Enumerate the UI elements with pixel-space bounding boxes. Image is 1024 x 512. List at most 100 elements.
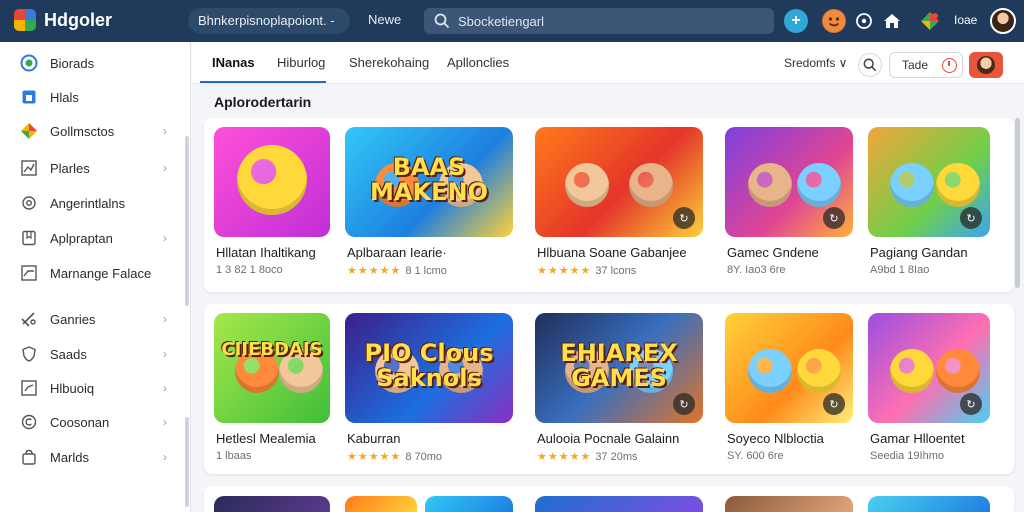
sidebar-item-label: Hlbuoiq xyxy=(50,380,95,396)
game-title[interactable]: Pagiang Gandan xyxy=(870,245,968,260)
home-icon[interactable] xyxy=(880,9,904,33)
game-meta: ★★★★★ 37 20ms xyxy=(537,450,638,463)
game-thumbnail[interactable] xyxy=(535,496,703,512)
search-input[interactable] xyxy=(458,13,758,29)
game-title[interactable]: Hetlesl Mealemia xyxy=(216,431,316,446)
character-art xyxy=(889,349,934,393)
user-name[interactable]: Ioae xyxy=(954,13,977,27)
emoji-icon[interactable] xyxy=(822,9,846,33)
game-thumbnail[interactable]: BAAS MAKENO xyxy=(345,127,513,237)
game-title[interactable]: Gamar Hlloentet xyxy=(870,431,965,446)
refresh-icon[interactable]: ↻ xyxy=(823,393,845,415)
sidebar-item-label: Biorads xyxy=(50,55,95,71)
sort-dropdown[interactable]: Sredomfs ∨ xyxy=(784,56,847,70)
refresh-icon[interactable]: ↻ xyxy=(960,393,982,415)
character-art xyxy=(748,349,793,393)
game-thumbnail[interactable] xyxy=(725,496,853,512)
game-thumbnail[interactable]: ↻ xyxy=(725,313,853,423)
chevron-right-icon: › xyxy=(163,381,167,395)
trade-button[interactable]: Tade xyxy=(889,52,963,78)
character-art xyxy=(748,163,793,207)
refresh-icon[interactable]: ↻ xyxy=(673,207,695,229)
game-thumbnail[interactable]: EHIAREX GAMES ↻ xyxy=(535,313,703,423)
app-brand[interactable]: Hdgoler xyxy=(44,10,112,31)
game-title[interactable]: Aplbaraan Iearie· xyxy=(347,245,447,260)
chevron-right-icon: › xyxy=(163,415,167,429)
sidebar-item[interactable]: Saads › xyxy=(0,340,190,368)
tab-news[interactable]: INanas xyxy=(212,55,255,70)
rating-stars: ★★★★★ xyxy=(537,451,592,463)
sidebar-item[interactable]: Marnange Falace xyxy=(0,259,190,287)
game-title[interactable]: Hlbuana Soane Gabanjee xyxy=(537,245,687,260)
game-meta-text: A9bd 1 8Iao xyxy=(870,264,930,276)
game-meta: SY. 600 6re xyxy=(727,450,784,462)
search-bar[interactable] xyxy=(424,8,774,34)
sidebar-item[interactable]: Biorads xyxy=(0,49,190,77)
game-thumbnail[interactable] xyxy=(425,496,513,512)
game-thumbnail[interactable] xyxy=(345,496,417,512)
game-meta: ★★★★★ 8 1 lcmo xyxy=(347,264,447,277)
game-meta-text: 37 lcons xyxy=(595,265,637,277)
profile-thumb-button[interactable] xyxy=(969,52,1003,78)
trend-icon xyxy=(20,264,38,282)
sidebar-item[interactable]: Angerintlalns xyxy=(0,189,190,217)
sidebar-item[interactable]: Hlbuoiq › xyxy=(0,374,190,402)
chevron-right-icon: › xyxy=(163,161,167,175)
thumbnail-title: EHIAREX GAMES xyxy=(560,339,678,393)
controller-icon xyxy=(20,310,38,328)
sidebar-item[interactable]: Plarles › xyxy=(0,154,190,182)
game-meta: A9bd 1 8Iao xyxy=(870,264,929,276)
game-thumbnail[interactable] xyxy=(868,496,990,512)
rating-stars: ★★★★★ xyxy=(347,451,402,463)
game-meta-text: 1 lbaas xyxy=(216,450,252,462)
game-title[interactable]: Kaburran xyxy=(347,431,400,446)
app-logo[interactable] xyxy=(14,9,36,31)
game-title[interactable]: Gamec Gndene xyxy=(727,245,819,260)
sidebar-item-label: Angerintlalns xyxy=(50,195,126,211)
bookmark-icon xyxy=(20,229,38,247)
sidebar-item[interactable]: Aplpraptan › xyxy=(0,224,190,252)
sidebar-item[interactable]: Ganries › xyxy=(0,305,190,333)
character-art xyxy=(936,349,981,393)
game-thumbnail[interactable]: ↻ xyxy=(725,127,853,237)
settings-icon xyxy=(20,194,38,212)
refresh-icon[interactable]: ↻ xyxy=(673,393,695,415)
sidebar-item-label: Ganries xyxy=(50,311,96,327)
game-thumbnail[interactable]: ↻ xyxy=(535,127,703,237)
sidebar-item-label: Aplpraptan xyxy=(50,230,113,246)
sidebar-item[interactable]: Hlals xyxy=(0,83,190,111)
character-art xyxy=(237,145,307,215)
tab-sharing[interactable]: Sherekohaing xyxy=(349,55,429,70)
game-title[interactable]: Hllatan Ihaltikang xyxy=(216,245,316,260)
avatar xyxy=(977,56,995,74)
info-icon[interactable] xyxy=(852,9,876,33)
store-icon[interactable] xyxy=(918,9,942,33)
tab-applications[interactable]: Apllonclies xyxy=(447,55,509,70)
content-scrollbar[interactable] xyxy=(1015,118,1020,288)
tab-library[interactable]: Hiburlog xyxy=(277,55,325,70)
character-art xyxy=(629,163,674,207)
refresh-icon[interactable]: ↻ xyxy=(960,207,982,229)
home-icon xyxy=(20,88,38,106)
game-title[interactable]: Soyeco Nlbloctia xyxy=(727,431,824,446)
user-avatar[interactable] xyxy=(990,8,1016,34)
new-link[interactable]: Newe xyxy=(368,12,401,27)
game-thumbnail[interactable] xyxy=(214,496,330,512)
character-art xyxy=(936,163,981,207)
filter-search-button[interactable] xyxy=(858,53,882,77)
sidebar-item[interactable]: Coosonan › xyxy=(0,408,190,436)
game-thumbnail[interactable]: ↻ xyxy=(868,313,990,423)
top-bar: Hdgoler Bhnkerpisnoplapoiont. - Newe + I… xyxy=(0,0,1024,42)
game-thumbnail[interactable] xyxy=(214,127,330,237)
sidebar-item[interactable]: Marlds › xyxy=(0,443,190,471)
game-title[interactable]: Aulooia Pocnale Galainn xyxy=(537,431,679,446)
game-thumbnail[interactable]: CIIEBDAIS xyxy=(214,313,330,423)
game-thumbnail[interactable]: ↻ xyxy=(868,127,990,237)
chevron-right-icon: › xyxy=(163,347,167,361)
url-field[interactable]: Bhnkerpisnoplapoiont. - xyxy=(188,8,350,34)
sidebar-item[interactable]: Gollmsctos › xyxy=(0,117,190,145)
add-icon[interactable]: + xyxy=(784,9,808,33)
game-thumbnail[interactable]: PIO Clous Saknols xyxy=(345,313,513,423)
character-art xyxy=(889,163,934,207)
refresh-icon[interactable]: ↻ xyxy=(823,207,845,229)
